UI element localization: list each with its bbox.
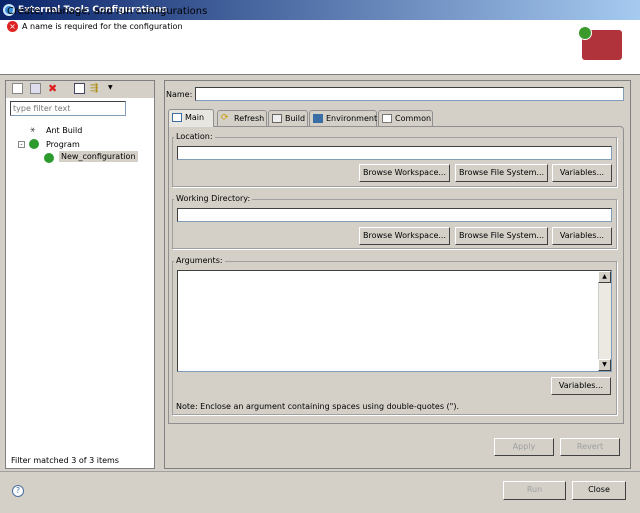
tree-item-ant-build[interactable]: Ant Build	[46, 126, 82, 135]
location-variables-button[interactable]: Variables...	[552, 164, 612, 182]
collapse-toggle[interactable]: -	[18, 141, 25, 148]
common-icon	[382, 114, 392, 123]
new-config-icon[interactable]	[12, 83, 23, 94]
arguments-variables-button[interactable]: Variables...	[551, 377, 611, 395]
header-title: Create, manage, and run configurations	[7, 6, 208, 17]
ant-icon: ⚹	[30, 125, 36, 135]
delete-icon[interactable]: ✖	[48, 83, 59, 94]
collapse-all-icon[interactable]	[74, 83, 85, 94]
tree-item-new-configuration[interactable]: New_configuration	[59, 151, 138, 162]
working-dir-browse-file-system-button[interactable]: Browse File System...	[455, 227, 548, 245]
tab-environment[interactable]: Environment	[309, 110, 377, 126]
scroll-down-icon[interactable]: ▼	[598, 359, 611, 371]
working-directory-label: Working Directory:	[174, 194, 253, 203]
filter-icon[interactable]: ⇶	[90, 83, 101, 94]
location-browse-workspace-button[interactable]: Browse Workspace...	[359, 164, 450, 182]
location-input[interactable]	[177, 146, 612, 160]
tab-refresh[interactable]: ⟳ Refresh	[217, 110, 267, 126]
scroll-up-icon[interactable]: ▲	[598, 271, 611, 283]
location-label: Location:	[174, 132, 215, 141]
run-icon	[578, 26, 592, 40]
error-icon: ×	[7, 21, 18, 32]
filter-menu-chevron-icon[interactable]: ▼	[108, 84, 113, 91]
name-input[interactable]	[195, 87, 624, 101]
arguments-textarea[interactable]	[177, 270, 612, 372]
divider	[0, 471, 640, 472]
arguments-scrollbar[interactable]	[598, 271, 611, 371]
apply-button[interactable]: Apply	[494, 438, 554, 456]
tab-build[interactable]: Build	[268, 110, 308, 126]
working-dir-browse-workspace-button[interactable]: Browse Workspace...	[359, 227, 450, 245]
name-label: Name:	[166, 90, 193, 99]
filter-input[interactable]	[10, 101, 126, 116]
help-icon[interactable]: ?	[12, 485, 24, 497]
revert-button[interactable]: Revert	[560, 438, 620, 456]
tab-common[interactable]: Common	[378, 110, 433, 126]
refresh-icon: ⟳	[221, 113, 229, 123]
build-icon	[272, 114, 282, 123]
main-tab-icon	[172, 113, 182, 122]
tab-main[interactable]: Main	[168, 109, 214, 127]
tree-item-program[interactable]: Program	[46, 140, 80, 149]
location-browse-file-system-button[interactable]: Browse File System...	[455, 164, 548, 182]
duplicate-icon[interactable]	[30, 83, 41, 94]
working-dir-variables-button[interactable]: Variables...	[552, 227, 612, 245]
environment-icon	[313, 114, 323, 123]
close-button[interactable]: Close	[572, 481, 626, 500]
run-button[interactable]: Run	[503, 481, 566, 500]
filter-status: Filter matched 3 of 3 items	[11, 456, 119, 465]
working-directory-input[interactable]	[177, 208, 612, 222]
program-icon	[29, 139, 39, 149]
arguments-note: Note: Enclose an argument containing spa…	[176, 402, 459, 411]
program-icon	[44, 153, 54, 163]
arguments-label: Arguments:	[174, 256, 225, 265]
error-message: A name is required for the configuration	[22, 22, 183, 31]
